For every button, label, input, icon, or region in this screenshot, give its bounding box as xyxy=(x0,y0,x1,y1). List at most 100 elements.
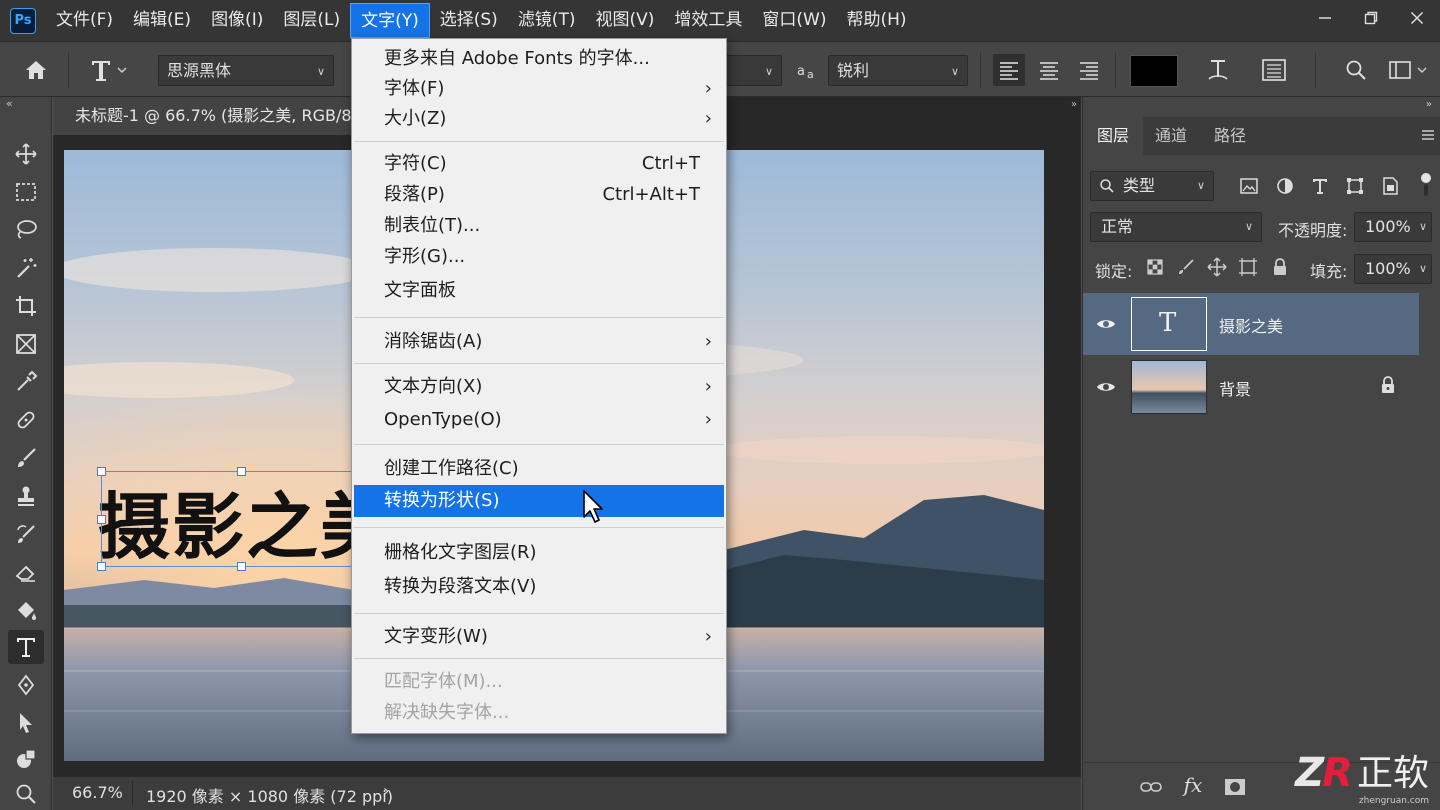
transform-handle[interactable] xyxy=(237,562,246,571)
eyedropper-tool-icon[interactable] xyxy=(8,365,44,399)
menu-file[interactable]: 文件(F) xyxy=(46,3,123,38)
collapse-right-icon[interactable]: » xyxy=(1426,99,1432,110)
menu-item-more-adobe-fonts[interactable]: 更多来自 Adobe Fonts 的字体... xyxy=(354,43,724,75)
layer-name[interactable]: 摄影之美 xyxy=(1219,313,1283,337)
link-layers-icon[interactable] xyxy=(1139,775,1163,799)
anti-alias-icon: aa xyxy=(791,54,823,86)
menu-item-font[interactable]: 字体(F) › xyxy=(354,73,724,105)
menu-item-rasterize-type-layer[interactable]: 栅格化文字图层(R) xyxy=(354,537,724,569)
menu-view[interactable]: 视图(V) xyxy=(585,3,664,38)
home-icon[interactable] xyxy=(20,54,52,86)
menu-item-convert-to-paragraph[interactable]: 转换为段落文本(V) xyxy=(354,571,724,603)
align-right-icon[interactable] xyxy=(1073,54,1105,86)
stamp-tool-icon[interactable] xyxy=(8,479,44,513)
lock-position-icon[interactable] xyxy=(1205,255,1229,279)
warp-text-icon[interactable] xyxy=(1202,54,1234,86)
blend-mode-select[interactable]: 正常 ∨ xyxy=(1090,212,1262,242)
menu-item-create-work-path[interactable]: 创建工作路径(C) xyxy=(354,453,724,485)
align-center-icon[interactable] xyxy=(1033,54,1065,86)
filter-adjustment-icon[interactable] xyxy=(1273,174,1297,198)
panel-menu-icon[interactable] xyxy=(1421,127,1435,146)
status-more-icon[interactable]: › xyxy=(383,781,389,800)
tab-paths[interactable]: 路径 xyxy=(1200,117,1260,155)
search-icon[interactable] xyxy=(1340,54,1372,86)
collapse-left-icon[interactable]: « xyxy=(6,97,13,110)
filter-smart-object-icon[interactable] xyxy=(1378,174,1402,198)
workspace-icon[interactable] xyxy=(1386,54,1430,86)
menu-item-character[interactable]: 字符(C) Ctrl+T xyxy=(354,148,724,180)
transform-handle[interactable] xyxy=(237,467,246,476)
restore-icon[interactable] xyxy=(1348,0,1394,35)
text-color-swatch[interactable] xyxy=(1130,55,1178,87)
menu-plugins[interactable]: 增效工具 xyxy=(664,3,752,38)
healing-brush-icon[interactable] xyxy=(8,403,44,437)
frame-tool-icon[interactable] xyxy=(8,327,44,361)
menu-edit[interactable]: 编辑(E) xyxy=(123,3,201,38)
menu-help[interactable]: 帮助(H) xyxy=(836,3,916,38)
lock-transparent-icon[interactable] xyxy=(1143,255,1167,279)
shape-tool-icon[interactable] xyxy=(8,742,44,776)
lasso-tool-icon[interactable] xyxy=(8,213,44,247)
marquee-tool-icon[interactable] xyxy=(8,175,44,209)
anti-alias-select[interactable]: 锐利 ∨ xyxy=(828,55,968,86)
collapse-middle-icon[interactable]: » xyxy=(1071,99,1077,110)
zoom-level[interactable]: 66.7% xyxy=(72,783,123,802)
layer-name[interactable]: 背景 xyxy=(1219,376,1251,400)
menu-item-type-panels[interactable]: 文字面板 xyxy=(354,275,724,307)
visibility-eye-icon[interactable] xyxy=(1095,376,1117,398)
close-icon[interactable] xyxy=(1394,0,1440,35)
menu-select[interactable]: 选择(S) xyxy=(430,3,508,38)
lock-all-icon[interactable] xyxy=(1268,255,1292,279)
font-family-select[interactable]: 思源黑体 ∨ xyxy=(158,55,334,86)
history-brush-icon[interactable] xyxy=(8,517,44,551)
menu-image[interactable]: 图像(I) xyxy=(201,3,273,38)
character-panel-icon[interactable] xyxy=(1258,54,1290,86)
tab-channels[interactable]: 通道 xyxy=(1141,117,1201,155)
layer-row-background[interactable]: 背景 xyxy=(1083,356,1419,418)
zoom-tool-icon[interactable] xyxy=(8,777,44,810)
transform-handle[interactable] xyxy=(97,562,106,571)
minimize-icon[interactable] xyxy=(1302,0,1348,35)
menu-window[interactable]: 窗口(W) xyxy=(752,3,836,38)
menu-item-size[interactable]: 大小(Z) › xyxy=(354,103,724,135)
add-mask-icon[interactable] xyxy=(1223,775,1247,799)
eraser-tool-icon[interactable] xyxy=(8,555,44,589)
brush-tool-icon[interactable] xyxy=(8,441,44,475)
pen-tool-icon[interactable] xyxy=(8,668,44,702)
fill-input[interactable]: 100% ∨ xyxy=(1354,254,1432,284)
visibility-eye-icon[interactable] xyxy=(1095,313,1117,335)
document-tab[interactable]: 未标题-1 @ 66.7% (摄影之美, RGB/8) * xyxy=(53,97,363,135)
align-left-icon[interactable] xyxy=(993,54,1025,86)
menu-type[interactable]: 文字(Y) xyxy=(350,3,430,38)
menu-item-anti-alias[interactable]: 消除锯齿(A) › xyxy=(354,326,724,358)
tab-layers[interactable]: 图层 xyxy=(1083,117,1144,155)
menu-filter[interactable]: 滤镜(T) xyxy=(508,3,586,38)
menu-item-paragraph[interactable]: 段落(P) Ctrl+Alt+T xyxy=(354,179,724,211)
fx-icon[interactable]: fx xyxy=(1181,773,1205,797)
path-selection-icon[interactable] xyxy=(8,706,44,740)
paint-bucket-icon[interactable] xyxy=(8,593,44,627)
layer-row-text[interactable]: T 摄影之美 xyxy=(1083,293,1419,355)
lock-artboard-icon[interactable] xyxy=(1236,255,1260,279)
menu-item-tabs[interactable]: 制表位(T)... xyxy=(354,210,724,242)
crop-tool-icon[interactable] xyxy=(8,289,44,323)
layer-filter-select[interactable]: 类型 ∨ xyxy=(1090,171,1214,201)
transform-handle[interactable] xyxy=(97,467,106,476)
menu-item-glyphs[interactable]: 字形(G)... xyxy=(354,241,724,273)
type-tool-preset-icon[interactable] xyxy=(84,54,134,86)
menu-item-warp-text[interactable]: 文字变形(W) › xyxy=(354,621,724,653)
transform-handle[interactable] xyxy=(97,515,106,524)
menu-item-convert-to-shape[interactable]: 转换为形状(S) xyxy=(354,485,724,517)
type-tool-icon[interactable] xyxy=(8,630,44,664)
menu-layer[interactable]: 图层(L) xyxy=(273,3,350,38)
filter-pixel-icon[interactable] xyxy=(1237,174,1261,198)
filter-type-icon[interactable] xyxy=(1308,174,1332,198)
menu-item-orientation[interactable]: 文本方向(X) › xyxy=(354,371,724,403)
filter-toggle[interactable] xyxy=(1421,173,1431,197)
magic-wand-icon[interactable] xyxy=(8,251,44,285)
menu-item-opentype[interactable]: OpenType(O) › xyxy=(354,404,724,436)
move-tool-icon[interactable] xyxy=(8,137,44,171)
lock-pixels-icon[interactable] xyxy=(1174,255,1198,279)
opacity-input[interactable]: 100% ∨ xyxy=(1354,212,1432,242)
filter-shape-icon[interactable] xyxy=(1343,174,1367,198)
